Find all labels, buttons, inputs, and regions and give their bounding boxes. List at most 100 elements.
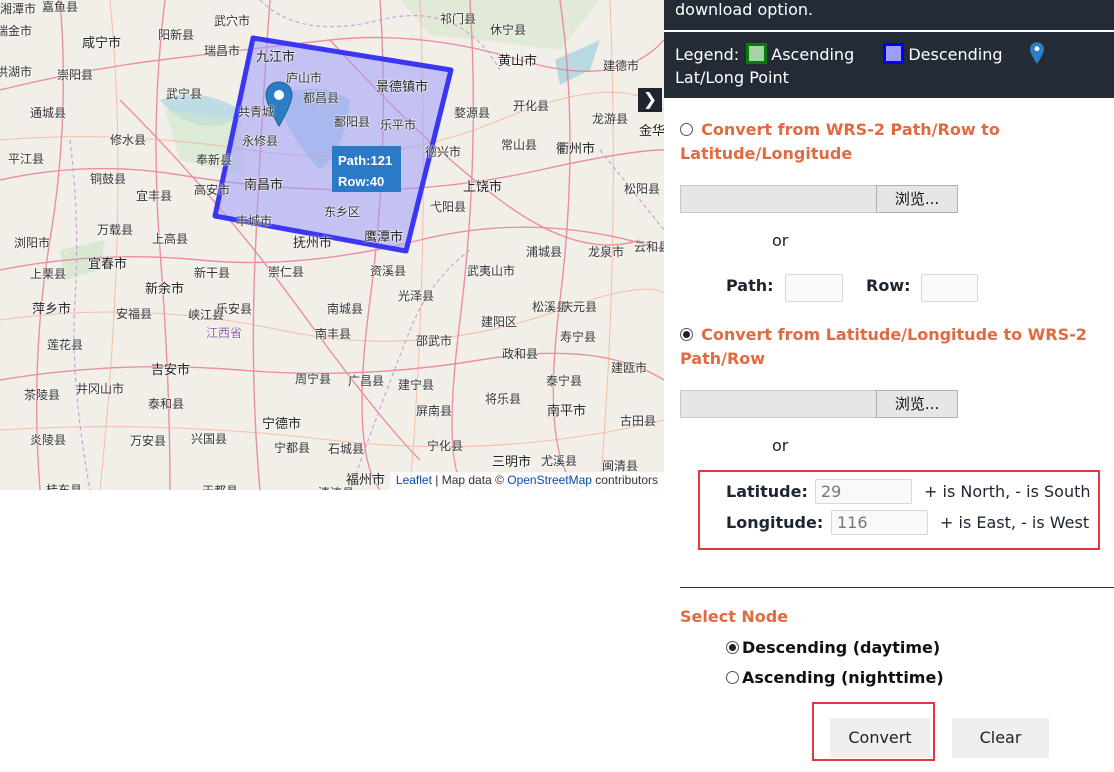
city-label: 开化县: [513, 99, 550, 113]
city-label: 茶陵县: [24, 388, 61, 402]
legend-point: Lat/Long Point: [675, 68, 789, 87]
city-label: 宜丰县: [136, 189, 173, 203]
city-label: 乐平市: [380, 118, 417, 132]
path-label: Path:121: [338, 153, 393, 168]
node-descending-label: Descending (daytime): [742, 638, 941, 657]
city-label: 咸宁市: [82, 36, 122, 51]
city-label: 浏阳市: [14, 236, 51, 250]
city-label: 桂东县: [46, 483, 83, 490]
row-input[interactable]: [921, 274, 978, 302]
chevron-right-icon[interactable]: ❯: [638, 88, 662, 112]
city-label: 金华: [639, 124, 664, 139]
path-input[interactable]: [785, 274, 843, 302]
city-label: 铜鼓县: [90, 172, 127, 186]
city-label: 鹰潭市: [364, 230, 404, 245]
city-label: 乐安县: [216, 302, 253, 316]
city-label: 永修县: [242, 134, 279, 148]
option-pathrow-to-latlon[interactable]: Convert from WRS-2 Path/Row to Latitude/…: [680, 118, 1100, 166]
city-label: 新干县: [194, 266, 231, 280]
city-label: 周宁县: [295, 372, 332, 386]
longitude-label: Longitude:: [726, 513, 824, 532]
city-label: 衢州市: [556, 142, 596, 157]
city-label: 宜春市: [88, 257, 128, 272]
legend-descending: Descending: [908, 45, 1003, 64]
city-label: 建瓯市: [611, 361, 648, 375]
city-label: 莲花县: [47, 338, 84, 352]
city-label: 南丰县: [315, 327, 352, 341]
city-label: 常山县: [501, 138, 538, 152]
city-label: 萍乡市: [32, 302, 72, 317]
select-node-title: Select Node: [680, 607, 789, 626]
leaflet-link[interactable]: Leaflet: [396, 473, 432, 487]
browse-button-2[interactable]: 浏览...: [876, 390, 958, 418]
browse-button-1[interactable]: 浏览...: [876, 185, 958, 213]
city-label: 浦城县: [526, 245, 563, 259]
city-label: 政和县: [502, 347, 539, 361]
radio-latlon-to-pathrow[interactable]: [680, 328, 693, 341]
city-label: 泰和县: [148, 397, 185, 411]
city-label: 兴国县: [191, 432, 228, 446]
attribution-suffix: contributors: [591, 473, 658, 487]
panel-header: download option.: [664, 0, 1114, 32]
city-label: 宁化县: [427, 439, 464, 453]
city-label: 瑞金市: [0, 24, 33, 38]
file-path-box[interactable]: [680, 185, 876, 213]
map-attribution: Leaflet | Map data © OpenStreetMap contr…: [389, 472, 664, 490]
city-label: 屏南县: [416, 404, 453, 418]
city-label: 南平市: [547, 404, 587, 419]
city-label: 光泽县: [398, 289, 435, 303]
latitude-input[interactable]: [815, 479, 912, 504]
city-label: 云和县: [634, 240, 664, 254]
city-label: 共青城: [238, 105, 275, 119]
convert-button[interactable]: Convert: [830, 718, 930, 758]
option-latlon-to-pathrow[interactable]: Convert from Latitude/Longitude to WRS-2…: [680, 323, 1110, 371]
file-path-box[interactable]: [680, 390, 876, 418]
city-label: 古田县: [620, 414, 657, 428]
city-label: 崇阳县: [57, 68, 94, 82]
city-label: 万载县: [97, 223, 134, 237]
node-option-descending[interactable]: Descending (daytime): [726, 638, 940, 657]
or-label-2: or: [772, 436, 789, 455]
radio-pathrow-to-latlon[interactable]: [680, 123, 693, 136]
city-label: 弋阳县: [430, 200, 467, 214]
radio-descending[interactable]: [726, 641, 739, 654]
city-label: 松阳县: [624, 182, 661, 196]
path-row-tooltip: Path:121 Row:40: [332, 146, 401, 192]
city-label: 休宁县: [490, 23, 527, 37]
city-label: 鄱阳县: [334, 115, 371, 129]
openstreetmap-link[interactable]: OpenStreetMap: [507, 473, 592, 487]
city-label: 祁门县: [440, 12, 477, 26]
row-label: Row:: [866, 276, 911, 295]
city-label: 石城县: [328, 442, 365, 456]
radio-ascending[interactable]: [726, 671, 739, 684]
option1-title: Convert from WRS-2 Path/Row to Latitude/…: [680, 120, 1000, 163]
city-label: 江西省: [206, 326, 243, 340]
city-label: 三明市: [492, 455, 532, 470]
city-label: 龙游县: [592, 112, 629, 126]
city-label: 南昌市: [244, 178, 284, 193]
conversion-panel: download option. Legend: Ascending Desce…: [664, 0, 1114, 772]
node-option-ascending[interactable]: Ascending (nighttime): [726, 668, 944, 687]
map-view[interactable]: 嘉鱼县 咸宁市 崇阳县 通城县 平江县 铜鼓县 修水县 武宁县 阳新县 武穴市 瑞昌市 奉新县 宜丰县 高…: [0, 0, 664, 490]
clear-button[interactable]: Clear: [952, 718, 1049, 758]
path-label: Path:: [726, 276, 774, 295]
city-label: 宁都县: [274, 441, 311, 455]
city-label: 万安县: [130, 434, 167, 448]
latitude-label: Latitude:: [726, 482, 808, 501]
city-label: 井冈山市: [76, 382, 125, 396]
city-label: 上高县: [152, 232, 189, 246]
attribution-text: | Map data ©: [431, 473, 508, 487]
city-label: 丰城市: [236, 214, 273, 228]
city-label: 都昌县: [303, 91, 340, 105]
legend-ascending: Ascending: [771, 45, 855, 64]
city-label: 建德市: [603, 59, 640, 73]
header-text: download option.: [675, 0, 814, 19]
option2-title: Convert from Latitude/Longitude to WRS-2…: [680, 325, 1087, 368]
longitude-input[interactable]: [831, 510, 928, 535]
legend-label: Legend:: [675, 45, 740, 64]
city-label: 奉新县: [196, 153, 233, 167]
city-label: 上栗县: [30, 267, 67, 281]
city-label: 九江市: [256, 50, 296, 65]
city-label: 寿宁县: [560, 330, 597, 344]
city-label: 尤溪县: [541, 454, 578, 468]
